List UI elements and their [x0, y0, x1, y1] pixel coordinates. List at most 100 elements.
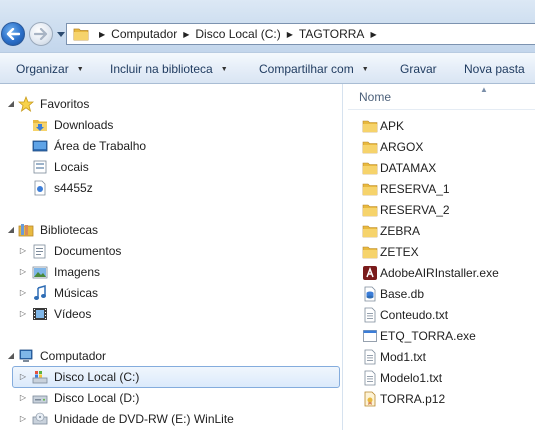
documents-icon [33, 244, 46, 258]
collapsed-arrow-icon[interactable]: ▷ [18, 246, 28, 255]
back-button[interactable] [1, 22, 25, 46]
collapsed-arrow-icon[interactable]: ▷ [18, 372, 28, 381]
file-item[interactable]: Base.db [362, 283, 424, 304]
file-item[interactable]: RESERVA_2 [362, 199, 450, 220]
computer-icon [19, 349, 33, 362]
tree-item-downloads[interactable]: Downloads [18, 114, 113, 135]
file-item[interactable]: Modelo1.txt [362, 367, 442, 388]
dvd-drive-icon [32, 412, 48, 424]
breadcrumb-computer[interactable]: Computador [111, 27, 177, 41]
collapsed-arrow-icon[interactable]: ▷ [18, 414, 28, 423]
breadcrumb-separator[interactable]: ▶ [183, 30, 189, 39]
collapsed-arrow-icon[interactable]: ▷ [18, 288, 28, 297]
expanded-arrow-icon[interactable]: ◢ [6, 225, 16, 234]
collapsed-arrow-icon[interactable]: ▷ [18, 267, 28, 276]
expanded-arrow-icon[interactable]: ◢ [6, 351, 16, 360]
tree-item-videos[interactable]: ▷ Vídeos [18, 303, 91, 324]
file-item-label: TORRA.p12 [380, 391, 446, 406]
organize-menu[interactable]: Organizar ▼ [16, 62, 84, 76]
share-with-label: Compartilhar com [259, 62, 354, 76]
column-header-label: Nome [359, 89, 392, 104]
file-list: Nome ▲ APK ARGOX DATAMAX RESERVA_1 RESERVA_2… [348, 84, 535, 430]
file-item[interactable]: TORRA.p12 [362, 388, 445, 409]
collapsed-arrow-icon[interactable]: ▷ [18, 309, 28, 318]
tree-item-disk-d[interactable]: ▷ Disco Local (D:) [18, 387, 139, 408]
file-item-label: RESERVA_2 [380, 202, 450, 217]
file-item[interactable]: APK [362, 115, 404, 136]
forward-button[interactable] [29, 22, 53, 46]
navigation-bar: ▶ Computador ▶ Disco Local (C:) ▶ TAGTOR… [0, 0, 535, 52]
windows-drive-icon [32, 370, 48, 383]
file-item[interactable]: AdobeAIRInstaller.exe [362, 262, 499, 283]
breadcrumb-separator[interactable]: ▶ [287, 30, 293, 39]
tree-item-locais[interactable]: Locais [18, 156, 89, 177]
tree-computer-label: Computador [40, 348, 107, 363]
burn-button[interactable]: Gravar [400, 62, 437, 76]
tree-item-label: Imagens [54, 264, 101, 279]
file-item-label: RESERVA_1 [380, 181, 450, 196]
file-item-label: Mod1.txt [380, 349, 427, 364]
desktop-icon [32, 140, 48, 151]
folder-icon [362, 162, 378, 174]
file-item-label: APK [380, 118, 405, 133]
exe-file-icon [363, 329, 377, 342]
libraries-icon [18, 223, 34, 236]
file-item-label: DATAMAX [380, 160, 437, 175]
tree-item-label: s4455z [54, 180, 93, 195]
tree-item-label: Disco Local (C:) [54, 369, 140, 384]
expanded-arrow-icon[interactable]: ◢ [6, 99, 16, 108]
tree-item-disk-c[interactable]: ▷ Disco Local (C:) [18, 366, 139, 387]
hard-drive-icon [32, 395, 48, 403]
pictures-icon [32, 266, 48, 278]
address-bar[interactable]: ▶ Computador ▶ Disco Local (C:) ▶ TAGTOR… [66, 23, 535, 45]
recent-pages-button[interactable] [56, 30, 66, 40]
chevron-down-icon: ▼ [220, 65, 228, 73]
tree-favorites[interactable]: ◢ Favoritos [6, 93, 89, 114]
file-item[interactable]: Mod1.txt [362, 346, 426, 367]
tree-libraries-label: Bibliotecas [40, 222, 99, 237]
tree-item-musicas[interactable]: ▷ Músicas [18, 282, 98, 303]
column-header-name[interactable]: Nome ▲ [348, 84, 535, 110]
file-item-label: AdobeAIRInstaller.exe [380, 265, 499, 280]
file-item[interactable]: RESERVA_1 [362, 178, 450, 199]
tree-item-label: Unidade de DVD-RW (E:) WinLite [54, 411, 234, 426]
folder-icon [362, 120, 378, 132]
burn-label: Gravar [400, 62, 437, 76]
folder-icon [362, 225, 378, 237]
tree-item-imagens[interactable]: ▷ Imagens [18, 261, 100, 282]
file-item[interactable]: DATAMAX [362, 157, 436, 178]
sort-ascending-icon: ▲ [480, 85, 488, 94]
tree-favorites-label: Favoritos [40, 96, 90, 111]
tree-item-dvd-drive[interactable]: ▷ Unidade de DVD-RW (E:) WinLite [18, 408, 234, 429]
file-item[interactable]: ARGOX [362, 136, 423, 157]
command-bar: Organizar ▼ Incluir na biblioteca ▼ Comp… [0, 52, 535, 84]
collapsed-arrow-icon[interactable]: ▷ [18, 393, 28, 402]
file-item[interactable]: ZEBRA [362, 220, 420, 241]
chevron-down-icon: ▼ [361, 65, 369, 73]
tree-item-s4455z[interactable]: s4455z [18, 177, 93, 198]
tree-item-desktop[interactable]: Área de Trabalho [18, 135, 146, 156]
file-item[interactable]: Conteudo.txt [362, 304, 448, 325]
folder-icon [362, 141, 378, 153]
breadcrumb-separator[interactable]: ▶ [370, 30, 376, 39]
tree-computer[interactable]: ◢ Computador [6, 345, 106, 366]
tree-item-label: Músicas [54, 285, 99, 300]
breadcrumb-disk-c[interactable]: Disco Local (C:) [195, 27, 280, 41]
breadcrumb-tagtorra[interactable]: TAGTORRA [299, 27, 365, 41]
folder-icon [362, 204, 378, 216]
chevron-down-icon [57, 32, 65, 37]
tree-libraries[interactable]: ◢ Bibliotecas [6, 219, 98, 240]
folder-icon [362, 246, 378, 258]
certificate-icon [364, 391, 376, 406]
tree-item-label: Vídeos [54, 306, 92, 321]
share-with-menu[interactable]: Compartilhar com ▼ [259, 62, 369, 76]
tree-item-documentos[interactable]: ▷ Documentos [18, 240, 121, 261]
new-folder-button[interactable]: Nova pasta [464, 62, 525, 76]
file-item[interactable]: ZETEX [362, 241, 419, 262]
include-in-library-menu[interactable]: Incluir na biblioteca ▼ [110, 62, 228, 76]
breadcrumb-separator[interactable]: ▶ [99, 30, 105, 39]
file-item-label: ARGOX [380, 139, 424, 154]
navigation-pane: ◢ Favoritos Downloads Área de Trabalho L… [0, 84, 342, 430]
file-item-label: Conteudo.txt [380, 307, 449, 322]
file-item[interactable]: ETQ_TORRA.exe [362, 325, 476, 346]
